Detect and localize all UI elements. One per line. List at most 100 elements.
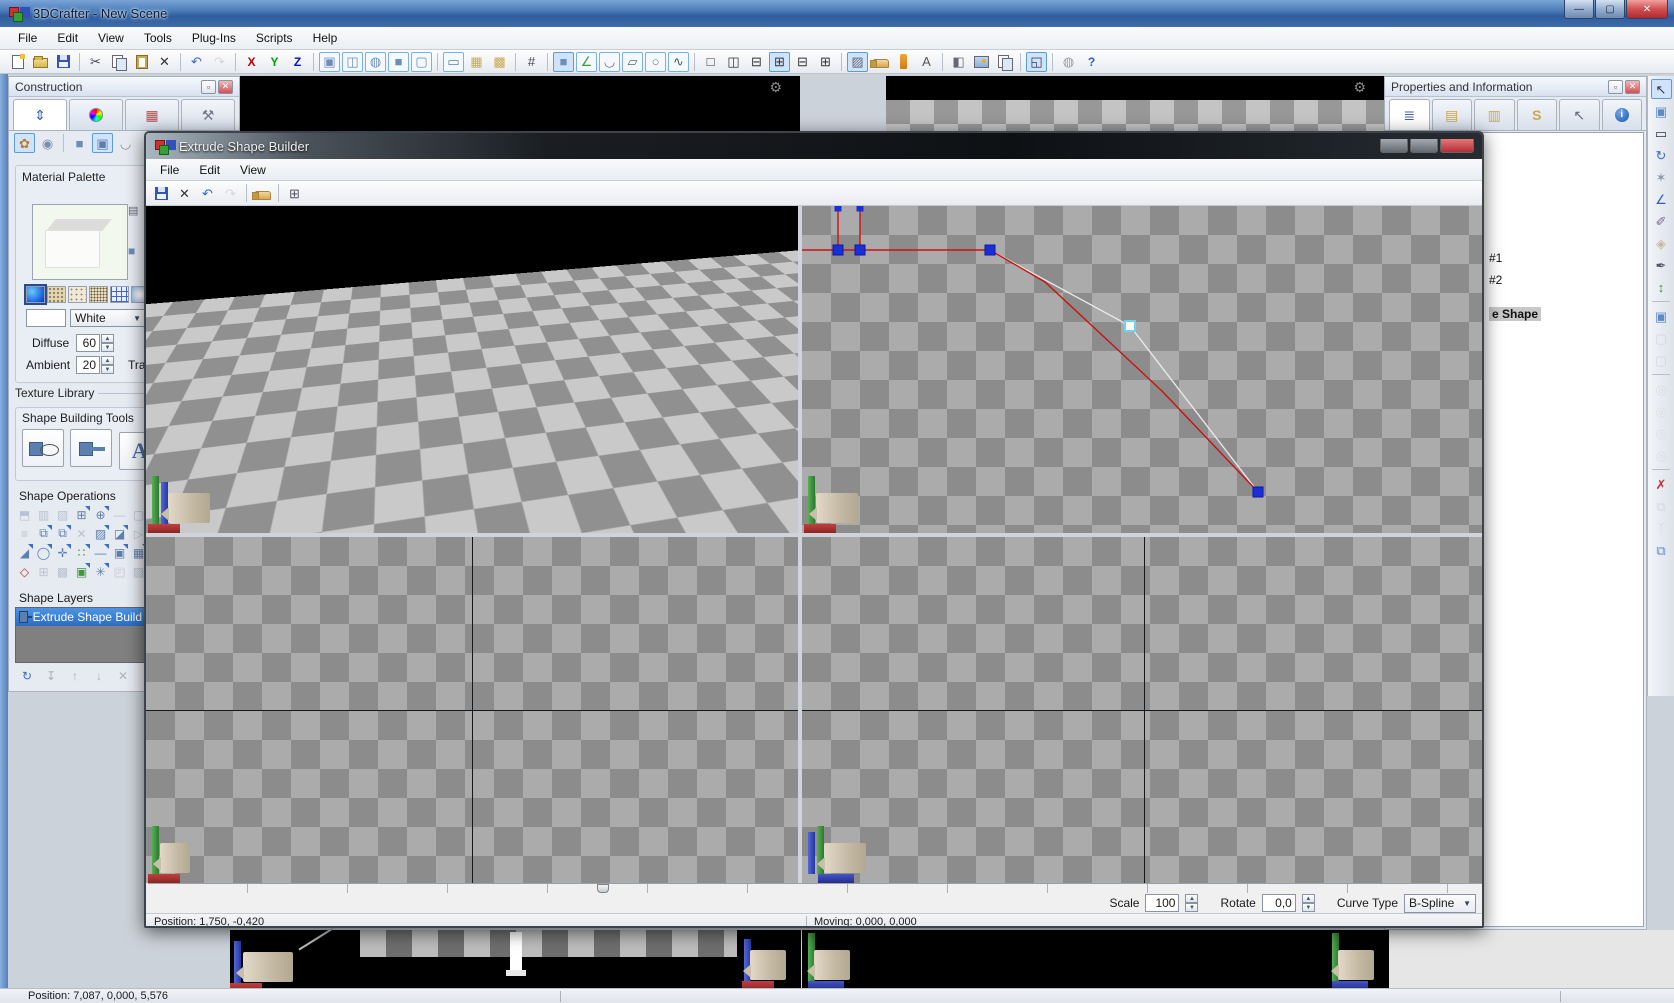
scale-bounds-button[interactable]: ▣ (1651, 306, 1672, 326)
tab-move[interactable]: ⇕ (13, 99, 67, 130)
boolean-merge-button[interactable]: ◎ (1651, 445, 1672, 465)
viewport-side[interactable] (802, 537, 1484, 883)
redo-shape-button[interactable]: ↷ (220, 183, 241, 203)
paint-bucket-button[interactable]: ◈ (1651, 233, 1672, 253)
rotate-field[interactable]: 0,0 (1262, 894, 1296, 912)
maximize-button[interactable]: ▢ (1595, 0, 1625, 19)
axis-y-button[interactable]: Y (264, 52, 285, 72)
gradient-background-button[interactable]: ◧ (948, 52, 969, 72)
paint-brush-button[interactable]: ✐ (1651, 211, 1672, 231)
move-layer-up-button[interactable]: ↑ (65, 667, 85, 685)
shape-layer-item-selected[interactable]: Extrude Shape Build (16, 608, 145, 626)
axis-colors-button[interactable]: ∠ (1651, 189, 1672, 209)
op-copy-down-button[interactable]: ⧉ (54, 525, 71, 542)
lathe-display-button[interactable]: ◡ (599, 52, 620, 72)
op-copy-up-button[interactable]: ⧉ (35, 525, 52, 542)
magic-wand-button[interactable]: ✶ (1651, 167, 1672, 187)
op-grid-button[interactable]: ⊞ (35, 563, 52, 580)
world-view-button[interactable]: ◍ (365, 52, 386, 72)
menu-help[interactable]: Help (303, 28, 348, 48)
render-window-button[interactable]: ◱ (1026, 52, 1047, 72)
op-fan-button[interactable]: ◢ (16, 544, 33, 561)
delete-shape-button[interactable]: ✕ (174, 183, 195, 203)
shaded-cube-button[interactable]: ■ (553, 52, 574, 72)
layers-button[interactable] (994, 52, 1015, 72)
marker-tool-button[interactable] (893, 52, 914, 72)
op-scale-box-button[interactable]: ▣ (111, 544, 128, 561)
op-connect-button[interactable]: — (111, 506, 128, 523)
current-color-box[interactable] (26, 309, 66, 327)
eyedropper-button[interactable]: ✒ (1651, 255, 1672, 275)
annotation-tool-button[interactable]: A (916, 52, 937, 72)
shape-cube-mode-button[interactable]: ■ (69, 133, 90, 153)
curve-control-point[interactable] (857, 206, 864, 212)
viewport-top-left-strip[interactable]: ⚙ (240, 76, 800, 131)
op-sphere-divide-button[interactable]: ⊕ (92, 506, 109, 523)
object-view-button[interactable]: ■ (388, 52, 409, 72)
move-vertical-button[interactable]: ↕ (1651, 277, 1672, 297)
selection-frame-button[interactable]: ▭ (443, 52, 464, 72)
select-cursor-button[interactable]: ↖ (1651, 79, 1672, 99)
copy-button[interactable] (108, 52, 129, 72)
menu-view[interactable]: View (230, 160, 276, 180)
scale-stepper[interactable]: ▲▼ (1185, 894, 1198, 912)
boolean-intersect-button[interactable]: ◎ (1651, 423, 1672, 443)
curve-tool-button[interactable]: ∿ (668, 52, 689, 72)
op-slice-button[interactable]: ⬒ (16, 506, 33, 523)
refresh-rotate-button[interactable]: ↻ (1651, 145, 1672, 165)
op-texture-frame-button[interactable]: ▣ (73, 563, 90, 580)
move-layer-down-button[interactable]: ↓ (89, 667, 109, 685)
delete-axes-button[interactable]: ✗ (1651, 474, 1672, 494)
diffuse-stepper[interactable]: ▲▼ (101, 334, 114, 352)
axis-x-button[interactable]: X (241, 52, 262, 72)
extrude-shape-tool-button[interactable] (22, 429, 64, 467)
op-grid-merge-button[interactable]: ⊞ (73, 506, 90, 523)
minimize-button[interactable]: — (1564, 0, 1594, 19)
ambient-stepper[interactable]: ▲▼ (101, 356, 114, 374)
tree-item-fragment[interactable]: #1 (1489, 251, 1502, 265)
curve-type-combo[interactable]: B-Spline ▼ (1404, 894, 1476, 913)
slider-handle[interactable] (597, 884, 609, 893)
extrude-preview-button[interactable] (252, 183, 273, 203)
viewport-curve-editor[interactable] (802, 206, 1484, 533)
panel-minimize-button[interactable]: ▫ (201, 80, 216, 94)
tab-blocks[interactable]: ▦ (125, 99, 179, 130)
transparent-background-button[interactable]: ▨ (847, 52, 868, 72)
tree-item-fragment[interactable]: #2 (1489, 273, 1502, 287)
new-scene-button[interactable] (7, 52, 28, 72)
shape-layers-list[interactable]: Extrude Shape Build (15, 607, 146, 663)
scale-bounds-3-button[interactable]: ▢ (1651, 350, 1672, 370)
tab-utilities[interactable]: ⚒ (181, 99, 235, 130)
menu-view[interactable]: View (88, 28, 134, 48)
curve-control-point[interactable] (855, 245, 865, 255)
menu-tools[interactable]: Tools (134, 28, 182, 48)
menu-file[interactable]: File (150, 160, 189, 180)
viewport-settings-gear-icon[interactable]: ⚙ (1353, 79, 1366, 96)
block-shape-tool-button[interactable] (70, 429, 112, 467)
viewport-3d-perspective[interactable] (146, 206, 798, 533)
curve-control-point[interactable] (985, 245, 995, 255)
curve-control-point[interactable] (1125, 321, 1135, 331)
op-center-button[interactable]: ✛ (54, 544, 71, 561)
dialog-close-button[interactable] (1440, 139, 1474, 153)
swatch-speckle-1[interactable] (47, 286, 66, 303)
extrude-curve[interactable] (802, 206, 1484, 533)
curve-control-point[interactable] (835, 206, 842, 212)
op-burst-button[interactable]: ✳ (92, 563, 109, 580)
menu-plugins[interactable]: Plug-Ins (182, 28, 246, 48)
select-all-view-button[interactable]: ▣ (319, 52, 340, 72)
menu-file[interactable]: File (8, 28, 47, 48)
curve-control-point[interactable] (1253, 487, 1263, 497)
color-name-combo[interactable]: White ▼ (70, 309, 146, 327)
panel-minimize-button[interactable]: ▫ (1608, 80, 1623, 94)
help-about-button[interactable]: ? (1081, 52, 1102, 72)
material-cube-icon[interactable]: ■ (128, 244, 135, 258)
layout-two-horizontal-button[interactable]: ⊟ (746, 52, 767, 72)
group-shapes-button[interactable]: ⧉ (1651, 496, 1672, 516)
op-round-button[interactable]: ◯ (35, 544, 52, 561)
tab-materials[interactable] (69, 99, 123, 130)
op-columns-button[interactable]: ▥ (35, 506, 52, 523)
shape-select-mode-button[interactable]: ▣ (92, 133, 113, 153)
op-diamond-button[interactable]: ◇ (16, 563, 33, 580)
layout-three-bottom-button[interactable]: ⊟ (792, 52, 813, 72)
